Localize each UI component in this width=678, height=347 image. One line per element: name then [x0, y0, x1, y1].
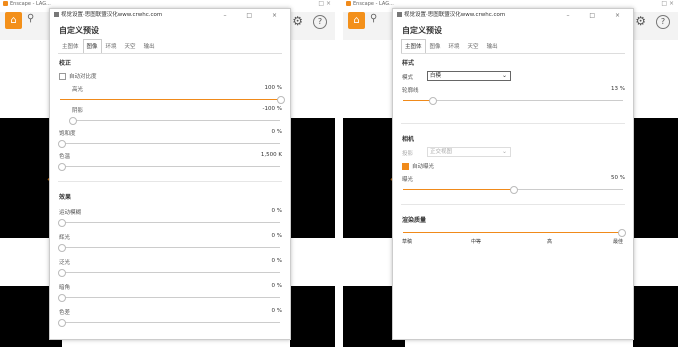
section-render-quality: 渲染质量 — [402, 217, 427, 224]
app-window-controls[interactable]: □ × — [318, 0, 331, 7]
preset-title: 自定义预设 — [402, 26, 442, 35]
exposure-slider[interactable] — [401, 186, 625, 194]
app-window-controls[interactable]: □ × — [661, 0, 674, 7]
mode-select[interactable]: 白模 ⌄ — [427, 71, 511, 81]
auto-contrast-row[interactable]: 自动对比度 — [58, 70, 282, 83]
dialog-window-controls[interactable]: – □ × — [566, 9, 629, 22]
bloom-row: 泛光 0 % — [59, 258, 282, 266]
section-camera: 相机 — [402, 136, 415, 143]
app-title: Enscape - LAG... — [353, 1, 394, 7]
tool-icon[interactable]: ⚲ — [370, 13, 377, 24]
tab-sky[interactable]: 天空 — [121, 39, 140, 53]
mode-row: 模式 白模 ⌄ — [401, 71, 625, 84]
tab-sky[interactable]: 天空 — [464, 39, 483, 53]
projection-select[interactable]: 正交视图 ⌄ — [427, 147, 511, 157]
highlights-slider[interactable] — [58, 96, 285, 104]
quality-high: 高 — [547, 239, 553, 245]
help-icon[interactable]: ? — [313, 15, 327, 29]
tab-bar: 主图体 图像 环境 天空 输出 — [401, 39, 633, 53]
highlights-row: 高光 100 % — [72, 85, 282, 93]
right-screenshot: Enscape - LAG... □ × ⌂ ⚲ ⚙ ? ‹ 视觉设置·思图联盟… — [343, 0, 678, 347]
auto-exposure-checkbox[interactable] — [402, 163, 409, 170]
shadows-slider[interactable] — [58, 117, 282, 125]
temperature-slider[interactable] — [58, 163, 282, 171]
tab-environment[interactable]: 环境 — [445, 39, 464, 53]
enscape-icon — [346, 1, 351, 6]
exposure-row: 曝光 50 % — [402, 175, 625, 183]
auto-contrast-checkbox[interactable] — [59, 73, 66, 80]
dialog-titlebar: 视觉设置·思图联盟汉化www.crwhc.com – □ × — [393, 9, 633, 22]
section-correction: 校正 — [59, 60, 72, 67]
visual-settings-dialog: 视觉设置·思图联盟汉化www.crwhc.com – □ × 自定义预设 主图体 … — [392, 8, 634, 340]
chromatic-aberration-row: 色差 0 % — [59, 308, 282, 316]
gear-icon[interactable]: ⚙ — [635, 14, 646, 28]
motion-blur-row: 运动模糊 0 % — [59, 208, 282, 216]
quality-ultra: 最佳 — [613, 239, 624, 245]
section-style: 样式 — [402, 60, 415, 67]
app-titlebar: Enscape - LAG... — [0, 0, 335, 8]
chevron-down-icon: ⌄ — [501, 148, 507, 155]
settings-icon — [54, 12, 59, 17]
saturation-slider[interactable] — [58, 140, 282, 148]
chevron-down-icon: ⌄ — [501, 72, 507, 79]
gear-icon[interactable]: ⚙ — [292, 14, 303, 28]
tab-main[interactable]: 主图体 — [58, 39, 83, 53]
quality-level-labels: 草稿 中等 高 最佳 — [401, 237, 625, 247]
outline-slider[interactable] — [401, 97, 625, 105]
dialog-window-controls[interactable]: – □ × — [223, 9, 286, 22]
quality-medium: 中等 — [471, 239, 482, 245]
dialog-titlebar: 视觉设置·思图联盟汉化www.crwhc.com – □ × — [50, 9, 290, 22]
viewport-right — [290, 40, 335, 347]
vignette-slider[interactable] — [58, 294, 282, 302]
tab-output[interactable]: 输出 — [483, 39, 502, 53]
saturation-row: 饱和度 0 % — [59, 129, 282, 137]
home-icon[interactable]: ⌂ — [348, 12, 365, 29]
home-icon[interactable]: ⌂ — [5, 12, 22, 29]
vignette-row: 暗角 0 % — [59, 283, 282, 291]
app-titlebar: Enscape - LAG... — [343, 0, 678, 8]
temperature-row: 色温 1,500 K — [59, 152, 282, 160]
quality-draft: 草稿 — [402, 239, 413, 245]
auto-exposure-row[interactable]: 自动曝光 — [401, 160, 625, 173]
left-screenshot: Enscape - LAG... □ × ⌂ ⚲ ⚙ ? ‹ 视觉设置·思图联盟… — [0, 0, 335, 347]
section-effects: 效果 — [59, 194, 72, 201]
outline-row: 轮廓线 13 % — [402, 86, 625, 94]
tab-output[interactable]: 输出 — [140, 39, 159, 53]
visual-settings-dialog: 视觉设置·思图联盟汉化www.crwhc.com – □ × 自定义预设 主图体 … — [49, 8, 291, 340]
glow-slider[interactable] — [58, 244, 282, 252]
render-quality-slider[interactable] — [401, 229, 626, 237]
tab-main[interactable]: 主图体 — [401, 39, 426, 53]
tab-image[interactable]: 图像 — [426, 39, 445, 53]
help-icon[interactable]: ? — [656, 15, 670, 29]
chromatic-aberration-slider[interactable] — [58, 319, 282, 327]
tab-image[interactable]: 图像 — [82, 39, 102, 53]
viewport-right — [633, 40, 678, 347]
shadows-row: 阴影 -100 % — [72, 106, 282, 114]
tab-bar: 主图体 图像 环境 天空 输出 — [58, 39, 290, 53]
bloom-slider[interactable] — [58, 269, 282, 277]
motion-blur-slider[interactable] — [58, 219, 282, 227]
preset-title: 自定义预设 — [59, 26, 99, 35]
tab-environment[interactable]: 环境 — [102, 39, 121, 53]
enscape-icon — [3, 1, 8, 6]
projection-row: 投影 正交视图 ⌄ — [401, 147, 625, 160]
tool-icon[interactable]: ⚲ — [27, 13, 34, 24]
settings-icon — [397, 12, 402, 17]
glow-row: 辉光 0 % — [59, 233, 282, 241]
app-title: Enscape - LAG... — [10, 1, 51, 7]
